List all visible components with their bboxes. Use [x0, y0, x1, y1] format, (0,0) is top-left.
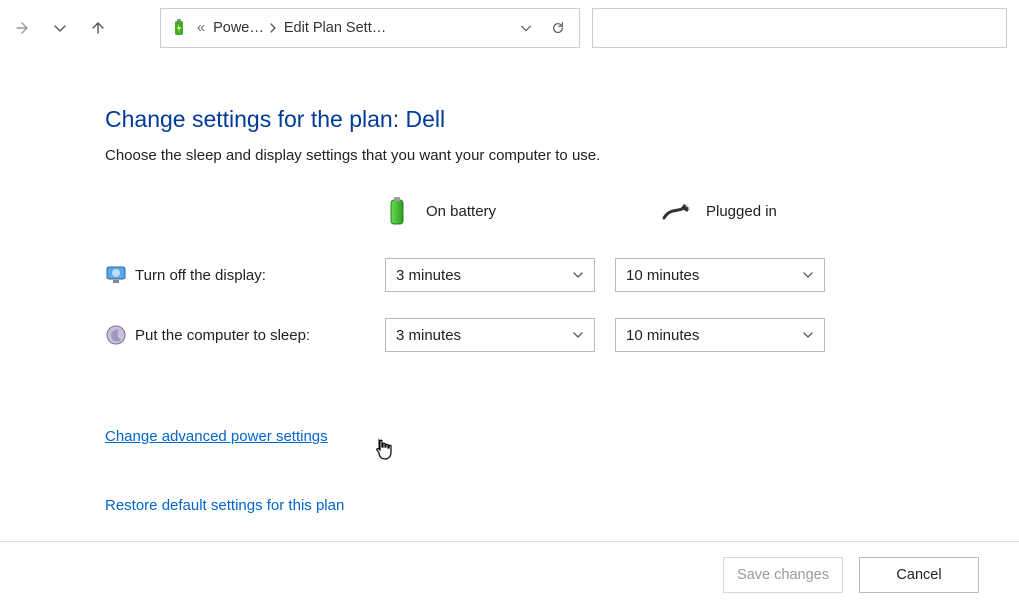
save-button[interactable]: Save changes [723, 557, 843, 593]
address-dropdown-button[interactable] [513, 12, 539, 44]
monitor-icon [105, 264, 127, 286]
display-battery-select[interactable]: 3 minutes [385, 258, 595, 292]
breadcrumb-edit-plan[interactable]: Edit Plan Sett… [284, 20, 386, 36]
row-turn-off-display-label: Turn off the display: [135, 267, 385, 284]
page-title: Change settings for the plan: Dell [105, 106, 900, 133]
column-on-battery-label: On battery [426, 203, 496, 220]
sleep-battery-select[interactable]: 3 minutes [385, 318, 595, 352]
chevron-down-icon [572, 329, 584, 341]
arrow-right-icon [14, 20, 30, 36]
sleep-plugged-value: 10 minutes [626, 327, 699, 344]
column-on-battery: On battery [380, 194, 590, 228]
recent-dropdown-button[interactable] [44, 12, 76, 44]
breadcrumb-power-options[interactable]: Powe… [213, 20, 278, 36]
up-button[interactable] [82, 12, 114, 44]
sleep-battery-value: 3 minutes [396, 327, 461, 344]
refresh-icon [551, 20, 565, 36]
row-sleep-label: Put the computer to sleep: [135, 327, 385, 344]
chevron-down-icon [572, 269, 584, 281]
footer: Save changes Cancel [0, 541, 1019, 607]
search-box[interactable] [592, 8, 1007, 48]
column-headers: On battery Plugged in [380, 194, 900, 228]
row-turn-off-display: Turn off the display: 3 minutes 10 minut… [105, 258, 900, 292]
power-options-icon [169, 18, 189, 38]
battery-icon [380, 194, 414, 228]
chevron-down-icon [519, 20, 533, 36]
row-sleep: Put the computer to sleep: 3 minutes 10 … [105, 318, 900, 352]
chevron-down-icon [802, 269, 814, 281]
cancel-button[interactable]: Cancel [859, 557, 979, 593]
display-plugged-select[interactable]: 10 minutes [615, 258, 825, 292]
arrow-up-icon [90, 20, 106, 36]
toolbar: « Powe… Edit Plan Sett… [0, 0, 1019, 56]
moon-icon [105, 324, 127, 346]
column-plugged-in: Plugged in [660, 194, 870, 228]
sleep-plugged-select[interactable]: 10 minutes [615, 318, 825, 352]
chevron-down-icon [52, 20, 68, 36]
column-plugged-in-label: Plugged in [706, 203, 777, 220]
forward-button[interactable] [6, 12, 38, 44]
page-subtitle: Choose the sleep and display settings th… [105, 147, 900, 164]
restore-defaults-link[interactable]: Restore default settings for this plan [105, 497, 344, 514]
address-bar[interactable]: « Powe… Edit Plan Sett… [160, 8, 580, 48]
display-plugged-value: 10 minutes [626, 267, 699, 284]
display-battery-value: 3 minutes [396, 267, 461, 284]
chevron-down-icon [802, 329, 814, 341]
change-advanced-link[interactable]: Change advanced power settings [105, 428, 328, 445]
plug-icon [660, 194, 694, 228]
breadcrumb-overflow[interactable]: « [195, 20, 207, 36]
chevron-right-icon [268, 23, 278, 33]
main-content: Change settings for the plan: Dell Choos… [0, 56, 900, 514]
refresh-button[interactable] [545, 12, 571, 44]
